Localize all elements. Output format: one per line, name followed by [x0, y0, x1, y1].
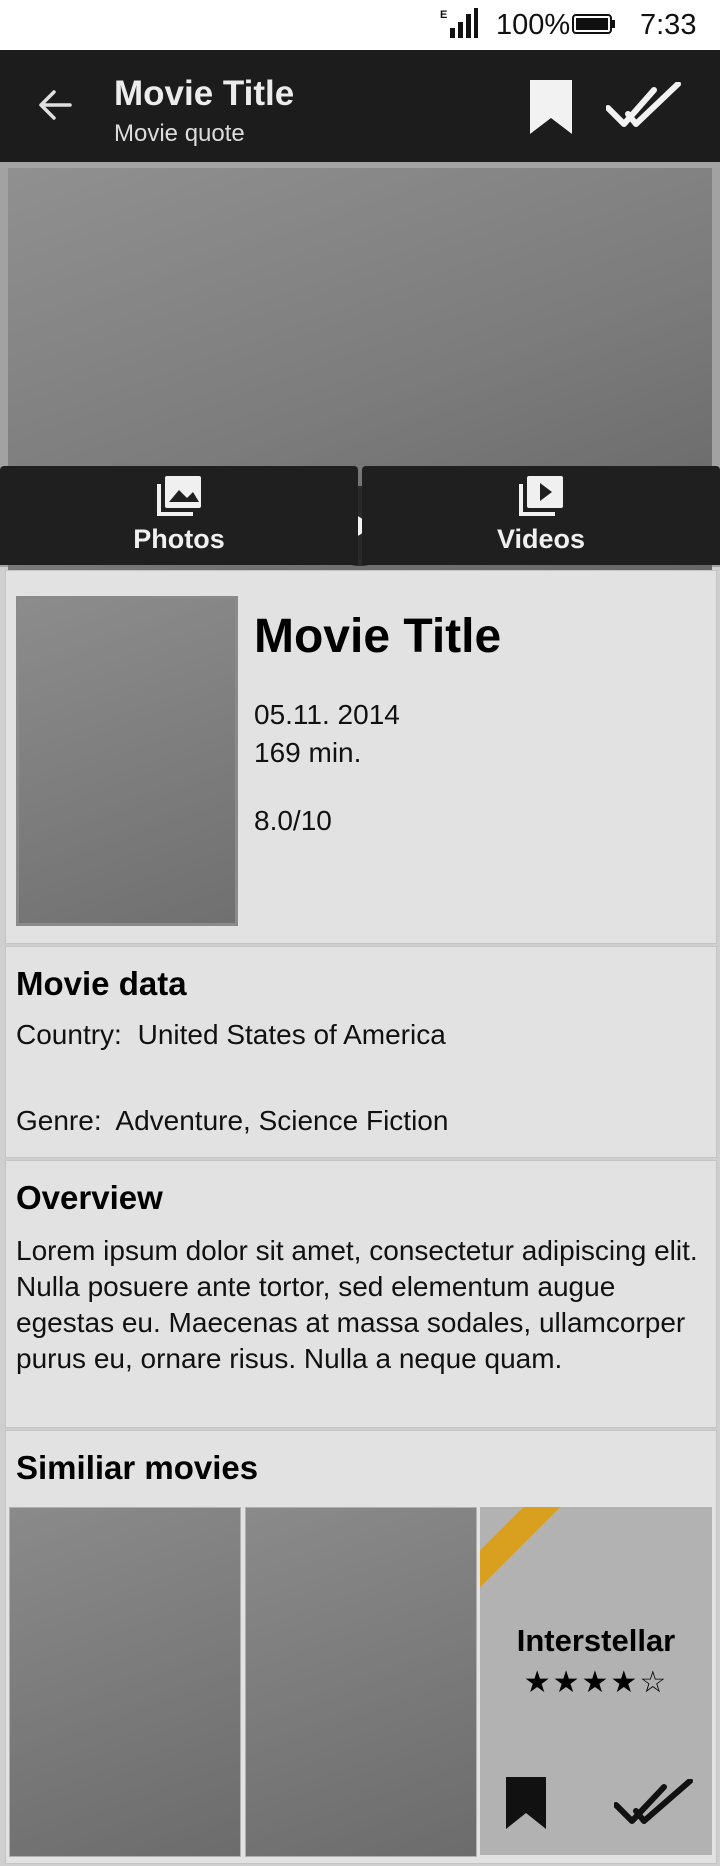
app-bar-subtitle: Movie quote: [114, 120, 245, 147]
svg-text:E: E: [440, 9, 447, 21]
double-check-icon[interactable]: [614, 1779, 694, 1829]
back-arrow-icon[interactable]: [30, 80, 80, 130]
genre-row: Genre: Adventure, Science Fiction: [16, 1105, 448, 1137]
section-heading-overview: Overview: [16, 1179, 163, 1216]
overview-text: Lorem ipsum dolor sit amet, consectetur …: [16, 1235, 698, 1374]
tab-photos[interactable]: Photos: [0, 466, 358, 565]
battery-percentage: 100%: [496, 9, 571, 41]
similar-movie-poster[interactable]: [245, 1507, 477, 1857]
rating: 8.0/10: [254, 805, 332, 836]
media-tabs: Photos Videos: [0, 466, 720, 565]
similar-movie-featured[interactable]: Interstellar ★★★★☆: [480, 1507, 712, 1855]
section-heading-similar: Similiar movies: [16, 1449, 259, 1486]
similar-movie-title: Interstellar: [516, 1623, 676, 1658]
tab-videos[interactable]: Videos: [362, 466, 720, 565]
bookmark-icon[interactable]: [528, 78, 574, 136]
country-label: Country:: [16, 1019, 122, 1050]
double-check-icon[interactable]: [606, 82, 682, 132]
status-bar: E 100% 7:33: [0, 0, 720, 50]
tab-videos-label: Videos: [496, 524, 586, 554]
star-rating: ★★★★☆: [523, 1666, 669, 1699]
signal-icon: E: [440, 8, 478, 38]
similar-movie-poster[interactable]: [9, 1507, 241, 1857]
genre-label: Genre:: [16, 1105, 102, 1136]
runtime: 169 min.: [254, 737, 362, 768]
section-heading-movie-data: Movie data: [16, 965, 187, 1002]
movie-data-card: Movie data Country: United States of Ame…: [5, 946, 717, 1158]
country-value: United States of America: [137, 1019, 446, 1050]
watched-ribbon: [480, 1507, 578, 1597]
app-bar: Movie Title Movie quote: [0, 50, 720, 162]
app-bar-title: Movie Title: [114, 74, 295, 113]
tab-photos-label: Photos: [133, 524, 225, 554]
bookmark-icon[interactable]: [504, 1775, 548, 1831]
similar-movies-card: Similiar movies Interstellar ★★★★☆: [5, 1430, 717, 1864]
clock: 7:33: [640, 9, 697, 41]
country-row: Country: United States of America: [16, 1019, 446, 1051]
battery-icon: [572, 14, 615, 34]
photos-icon: [157, 476, 201, 516]
overview-card: Overview Lorem ipsum dolor sit amet, con…: [5, 1160, 717, 1428]
videos-icon: [519, 476, 563, 516]
poster-image: [16, 596, 238, 926]
genre-value: Adventure, Science Fiction: [115, 1105, 449, 1136]
release-date: 05.11. 2014: [254, 699, 400, 730]
movie-title: Movie Title: [254, 610, 502, 663]
movie-info-card: Movie Title 05.11. 2014 169 min. 8.0/10: [5, 570, 717, 944]
